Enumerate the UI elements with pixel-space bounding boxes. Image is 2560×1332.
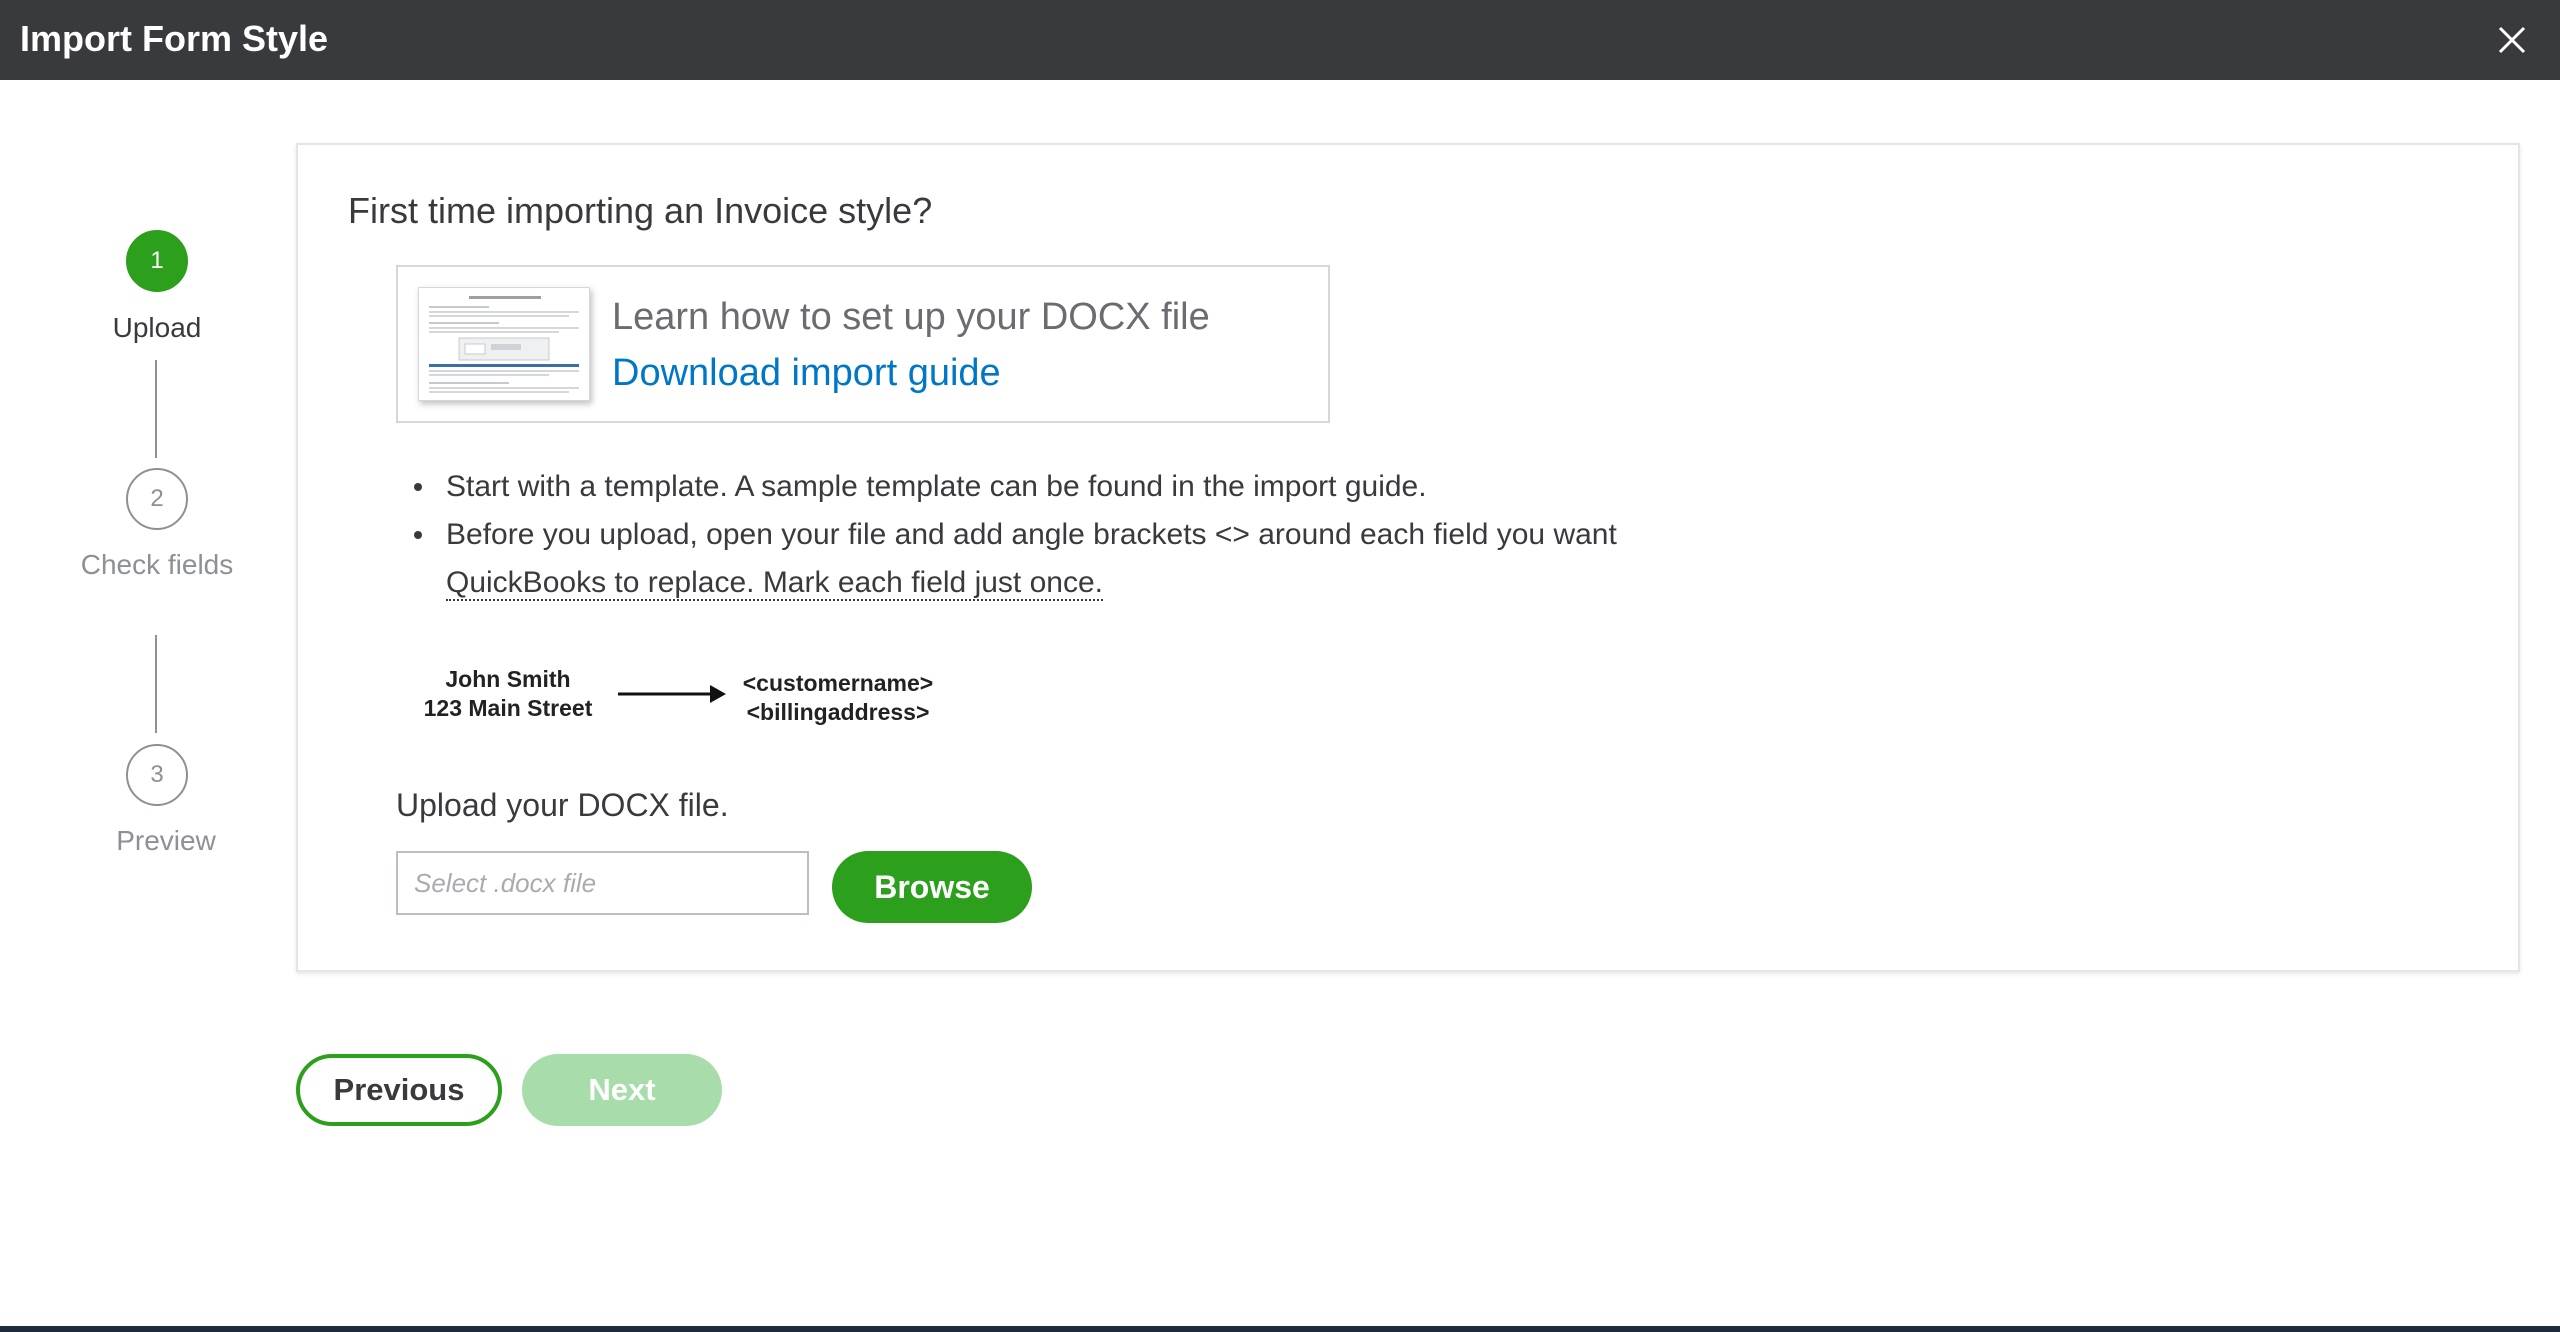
previous-button[interactable]: Previous	[296, 1054, 502, 1126]
close-icon[interactable]	[2492, 20, 2532, 60]
bullet-text: Start with a template. A sample template…	[446, 470, 1427, 503]
field-replacement-example: John Smith 123 Main Street <customername…	[408, 665, 968, 755]
upload-label: Upload your DOCX file.	[396, 787, 729, 823]
example-original-text: John Smith 123 Main Street	[408, 665, 608, 723]
next-button[interactable]: Next	[522, 1054, 722, 1126]
step-2-circle: 2	[126, 468, 188, 530]
step-3-label: Preview	[116, 825, 216, 856]
example-address: 123 Main Street	[423, 695, 593, 721]
title-bar: Import Form Style	[0, 0, 2560, 80]
guide-text: Learn how to set up your DOCX file	[612, 296, 1210, 338]
step-connector	[155, 360, 157, 458]
stepper: 1 Upload 2 Check fields 3 Preview	[81, 230, 300, 880]
example-tag-billingaddress: <billingaddress>	[746, 699, 930, 725]
card-title: First time importing an Invoice style?	[348, 190, 933, 231]
list-item: Before you upload, open your file and ad…	[396, 511, 1796, 607]
browse-button[interactable]: Browse	[832, 851, 1032, 923]
dialog-title: Import Form Style	[20, 18, 329, 59]
import-guide-box: Learn how to set up your DOCX file Downl…	[396, 265, 1330, 423]
instructions-list: Start with a template. A sample template…	[396, 463, 1796, 607]
tooltip-trigger-text[interactable]: QuickBooks to replace. Mark each field j…	[446, 566, 1103, 601]
step-3-circle: 3	[126, 744, 188, 806]
file-path-input[interactable]	[396, 851, 809, 915]
step-1-circle: 1	[126, 230, 188, 292]
example-tag-customername: <customername>	[742, 670, 934, 696]
example-name: John Smith	[445, 666, 571, 692]
step-2-label: Check fields	[80, 549, 234, 580]
upload-card: First time importing an Invoice style? L…	[296, 143, 2520, 972]
example-field-tags: <customername> <billingaddress>	[738, 669, 938, 727]
step-1-label: Upload	[112, 312, 202, 343]
download-guide-link[interactable]: Download import guide	[612, 349, 1001, 397]
window-bottom-edge	[0, 1326, 2560, 1332]
bullet-text: Before you upload, open your file and ad…	[446, 518, 1617, 551]
guide-thumbnail-image	[418, 287, 590, 401]
list-item: Start with a template. A sample template…	[396, 463, 1796, 511]
step-connector	[155, 635, 157, 733]
arrow-right-icon	[618, 685, 726, 703]
